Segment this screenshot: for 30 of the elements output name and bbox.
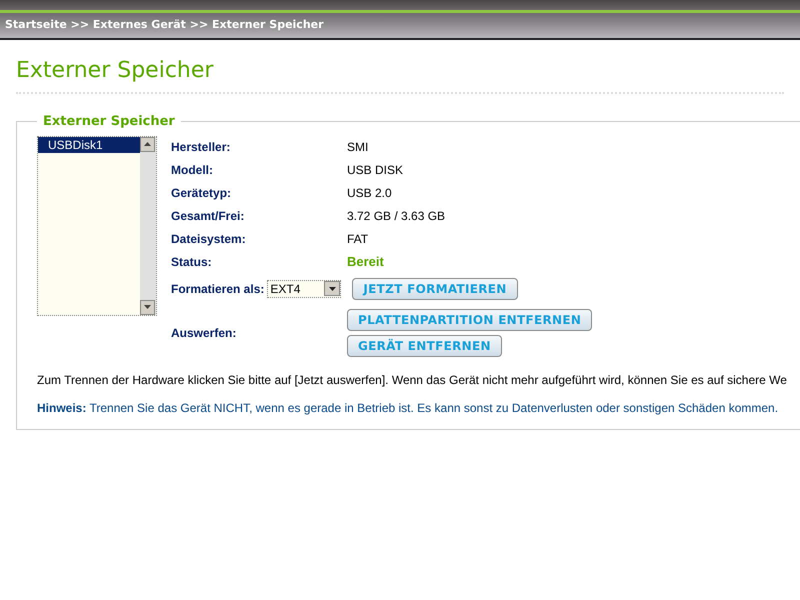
property-value: Bereit (347, 253, 384, 272)
eject-label: Auswerfen: (171, 324, 238, 342)
section-title: Externer Speicher (42, 113, 176, 131)
action-button[interactable]: GERÄT ENTFERNEN (347, 334, 502, 356)
dropdown-arrow-icon (328, 286, 336, 290)
scroll-up-button[interactable] (140, 136, 155, 152)
scrollbar[interactable] (140, 136, 156, 314)
property-label: Dateisystem: (171, 231, 247, 248)
format-label: Formatieren als: (171, 280, 264, 298)
page-title: Externer Speicher (16, 57, 214, 85)
property-value: SMI (347, 139, 368, 156)
breadcrumb: Startseite >> Externes Gerät >> Externer Speicher (5, 17, 324, 34)
format-dropdown[interactable]: EXT4 (267, 280, 342, 298)
action-button[interactable]: JETZT FORMATIEREN (352, 278, 518, 300)
property-label: Hersteller: (171, 139, 232, 156)
up-arrow-icon (144, 142, 151, 146)
note-text: Hinweis: Trennen Sie das Gerät NICHT, wenn es gerade in Betrieb ist. Es kann sonst zu Datenverlusten oder sonstigen Schäden kommen. (37, 400, 780, 416)
property-label: Gesamt/Frei: (171, 208, 246, 225)
device-list-item[interactable]: USBDisk1 (38, 136, 140, 152)
down-arrow-icon (144, 305, 151, 309)
property-value: 3.72 GB / 3.63 GB (347, 208, 446, 225)
action-button[interactable]: PLATTENPARTITION ENTFERNEN (347, 308, 592, 330)
property-label: Gerätetyp: (171, 185, 232, 202)
info-text: Zum Trennen der Hardware klicken Sie bitte auf [Jetzt auswerfen]. Wenn das Gerät nicht mehr aufgeführt wird, können Sie es auf sichere We (37, 372, 788, 388)
property-value: FAT (347, 231, 368, 248)
scroll-down-button[interactable] (140, 300, 155, 314)
property-value: USB 2.0 (347, 185, 392, 202)
property-label: Modell: (171, 162, 214, 179)
property-label: Status: (171, 254, 213, 271)
property-value: USB DISK (347, 162, 404, 179)
